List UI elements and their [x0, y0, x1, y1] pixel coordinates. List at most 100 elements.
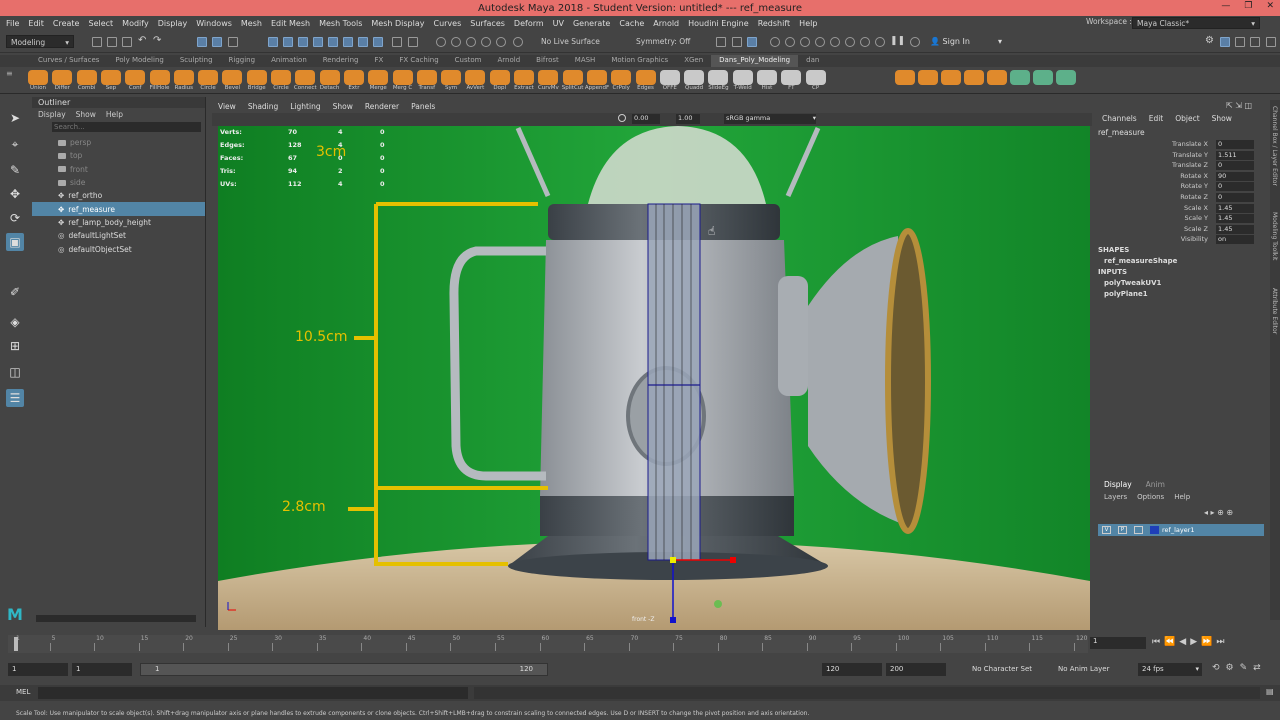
snap-point-icon[interactable] — [298, 37, 308, 47]
channel-row[interactable]: Visibility on — [1094, 235, 1270, 246]
shelf-tab-custom[interactable]: Custom — [447, 55, 490, 67]
layer-type-toggle[interactable] — [1134, 526, 1143, 534]
shelf-button-2[interactable] — [76, 70, 97, 85]
anim-layer-dropdown[interactable]: No Anim Layer — [1058, 665, 1109, 673]
layer-menu-layers[interactable]: Layers — [1104, 493, 1127, 501]
redo-icon[interactable]: ↷ — [153, 36, 163, 47]
shelf-button-21[interactable] — [538, 70, 559, 85]
exposure-field[interactable]: 0.00 — [632, 114, 660, 124]
display-hud-icon[interactable] — [800, 37, 810, 47]
anim-end-field[interactable]: 200 — [886, 663, 946, 676]
select-component-icon[interactable] — [228, 37, 238, 47]
last-tool-icon[interactable]: ✐ — [6, 283, 24, 301]
channel-row[interactable]: Rotate Z 0 — [1094, 193, 1270, 204]
four-view-icon[interactable]: ⊞ — [6, 337, 24, 355]
shelf-button-24[interactable] — [611, 70, 632, 85]
shelf-button-hist2[interactable] — [895, 70, 915, 85]
mode-dropdown[interactable]: Modeling ▾ — [6, 35, 74, 48]
lasso-tool-icon[interactable]: ⌖ — [6, 135, 24, 153]
menu-display[interactable]: Display — [158, 19, 188, 28]
shelf-button-uv[interactable] — [1010, 70, 1030, 85]
magnet-icon[interactable] — [436, 37, 446, 47]
outliner-search-input[interactable]: Search... — [52, 122, 201, 132]
snap-grid-icon[interactable] — [268, 37, 278, 47]
mel-input[interactable] — [38, 687, 468, 699]
layout-3-icon[interactable] — [1250, 37, 1260, 47]
shelf-button-8[interactable] — [222, 70, 243, 85]
mel-label[interactable]: MEL — [16, 688, 30, 696]
side-tab-channel-box[interactable]: Channel Box / Layer Editor — [1271, 106, 1278, 186]
fps-dropdown[interactable]: 24 fps ▾ — [1138, 663, 1202, 676]
shelf-button-29[interactable] — [732, 70, 753, 85]
shelf-tab-rigging[interactable]: Rigging — [221, 55, 264, 67]
shelf-tab-dan[interactable]: dan — [798, 55, 827, 67]
script-editor-icon[interactable]: ▤ — [1266, 687, 1274, 696]
shelf-button-15[interactable] — [392, 70, 413, 85]
side-tab-attribute-editor[interactable]: Attribute Editor — [1271, 288, 1278, 334]
channel-menu-show[interactable]: Show — [1212, 114, 1232, 123]
open-scene-icon[interactable] — [107, 37, 117, 47]
layer-row-ref-layer1[interactable]: V P ref_layer1 — [1098, 524, 1264, 536]
move-tool-icon[interactable]: ✥ — [6, 185, 24, 203]
single-view-icon[interactable]: ◈ — [6, 313, 24, 331]
maximize-button[interactable]: ❐ — [1244, 1, 1252, 11]
vp-menu-lighting[interactable]: Lighting — [290, 102, 320, 111]
side-by-side-icon[interactable]: ◫ — [6, 363, 24, 381]
display-cam-icon[interactable] — [830, 37, 840, 47]
outliner-item[interactable]: ◎ defaultLightSet — [32, 229, 205, 242]
menu-select[interactable]: Select — [88, 19, 113, 28]
shelf-button-4[interactable] — [125, 70, 146, 85]
shelf-button-5[interactable] — [149, 70, 170, 85]
layer-tab-anim[interactable]: Anim — [1146, 480, 1165, 490]
rotate-tool-icon[interactable]: ⟳ — [6, 209, 24, 227]
shelf-button-14[interactable] — [368, 70, 389, 85]
outliner-item-selected[interactable]: ✥ ref_measure — [32, 202, 205, 216]
menu-uv[interactable]: UV — [553, 19, 564, 28]
vp-menu-view[interactable]: View — [218, 102, 236, 111]
shelf-button-cube[interactable] — [918, 70, 938, 85]
menu-help[interactable]: Help — [799, 19, 817, 28]
display-layers-icon[interactable] — [785, 37, 795, 47]
menu-redshift[interactable]: Redshift — [758, 19, 790, 28]
shelf-tab-dans-poly[interactable]: Dans_Poly_Modeling — [711, 55, 799, 67]
modeling-toolkit-icon[interactable] — [732, 37, 742, 47]
render-icon[interactable] — [451, 37, 461, 47]
outliner-menu-show[interactable]: Show — [76, 110, 96, 119]
minimize-button[interactable]: — — [1221, 1, 1230, 11]
channel-value[interactable]: 1.45 — [1216, 203, 1254, 213]
render-view-icon[interactable] — [513, 37, 523, 47]
menu-mesh[interactable]: Mesh — [241, 19, 262, 28]
snap-view-icon[interactable] — [313, 37, 323, 47]
shelf-button-16[interactable] — [416, 70, 437, 85]
menu-edit[interactable]: Edit — [28, 19, 44, 28]
save-scene-icon[interactable] — [122, 37, 132, 47]
channel-row[interactable]: Rotate X 90 — [1094, 171, 1270, 183]
loop-settings-icons[interactable]: ⟲⚙✎⇄ — [1212, 663, 1267, 673]
shelf-button-plane2[interactable] — [987, 70, 1007, 85]
menu-windows[interactable]: Windows — [196, 19, 232, 28]
select-hierarchy-icon[interactable] — [197, 37, 207, 47]
channel-row[interactable]: Scale X 1.45 — [1094, 203, 1270, 215]
colorspace-dropdown[interactable]: sRGB gamma ▾ — [724, 114, 816, 124]
playback-end-field[interactable]: 120 — [822, 663, 882, 676]
menu-generate[interactable]: Generate — [573, 19, 610, 28]
shelf-tab-bifrost[interactable]: Bifrost — [528, 55, 567, 67]
shelf-button-26[interactable] — [659, 70, 680, 85]
shelf-button-9[interactable] — [246, 70, 267, 85]
shelf-button-23[interactable] — [586, 70, 607, 85]
render-settings-icon[interactable] — [481, 37, 491, 47]
outliner-item[interactable]: top — [32, 149, 205, 162]
input-node[interactable]: polyTweakUV1 — [1104, 279, 1161, 287]
layout-4-icon[interactable] — [1266, 37, 1276, 47]
shelf-tab-sculpting[interactable]: Sculpting — [172, 55, 221, 67]
shelf-button-12[interactable] — [319, 70, 340, 85]
shelf-button-uv3[interactable] — [1056, 70, 1076, 85]
menu-houdini-engine[interactable]: Houdini Engine — [688, 19, 749, 28]
select-tool-icon[interactable]: ➤ — [6, 109, 24, 127]
ipr-icon[interactable] — [466, 37, 476, 47]
layer-tab-display[interactable]: Display — [1104, 480, 1132, 490]
outliner-hscrollbar[interactable] — [36, 615, 196, 622]
channel-value[interactable]: 1.45 — [1216, 224, 1254, 234]
channel-value[interactable]: 90 — [1216, 171, 1254, 181]
outliner-menu-help[interactable]: Help — [106, 110, 123, 119]
